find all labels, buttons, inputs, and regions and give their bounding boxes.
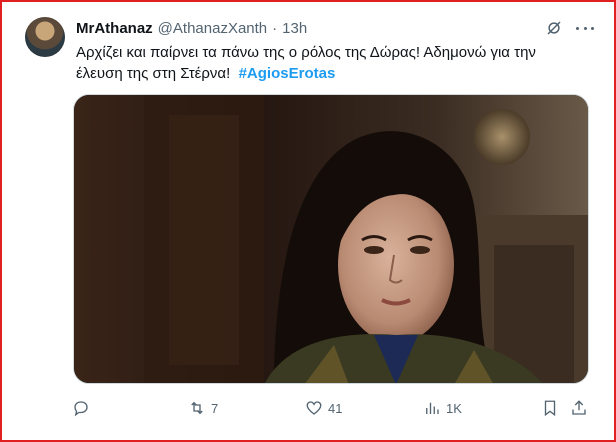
author-handle[interactable]: @AthanazXanth	[158, 20, 267, 37]
tweet-header: MrAthanaz @AthanazXanth · 13h	[76, 18, 307, 38]
separator-dot: ·	[272, 19, 278, 37]
author-avatar[interactable]	[25, 17, 65, 57]
reply-button[interactable]	[72, 398, 95, 418]
views-count: 1K	[446, 400, 462, 416]
more-options-icon[interactable]	[576, 19, 594, 37]
tweet-media-image[interactable]	[73, 94, 589, 384]
retweet-icon	[191, 401, 203, 415]
media-illustration	[74, 95, 588, 383]
tweet-timestamp[interactable]: 13h	[282, 20, 307, 37]
share-button[interactable]	[570, 398, 588, 418]
retweet-count: 7	[211, 400, 219, 416]
tweet-text: Αρχίζει και παίρνει τα πάνω της ο ρόλος …	[76, 42, 596, 84]
hashtag-link[interactable]: #AgiosErotas	[239, 65, 336, 82]
retweet-button[interactable]: 7	[188, 398, 218, 418]
tweet-actions: 7 41 1K	[72, 398, 592, 418]
author-name[interactable]: MrAthanaz	[76, 20, 153, 37]
like-count: 41	[328, 400, 343, 416]
tweet-text-line-1: Αρχίζει και παίρνει τα πάνω της ο ρόλος …	[76, 44, 536, 61]
bookmark-icon	[544, 400, 556, 417]
like-button[interactable]: 41	[305, 398, 342, 418]
tweet-text-line-2-body: έλευση της στη Στέρνα!	[76, 65, 231, 82]
bookmark-button[interactable]	[541, 398, 559, 418]
share-icon	[572, 400, 586, 415]
grok-icon[interactable]	[545, 19, 563, 37]
views-icon	[426, 402, 439, 414]
reply-icon	[74, 401, 88, 417]
tweet-text-line-2: έλευση της στη Στέρνα! #AgiosErotas	[76, 63, 596, 84]
heart-icon	[306, 401, 322, 415]
views-button[interactable]: 1K	[423, 398, 462, 418]
